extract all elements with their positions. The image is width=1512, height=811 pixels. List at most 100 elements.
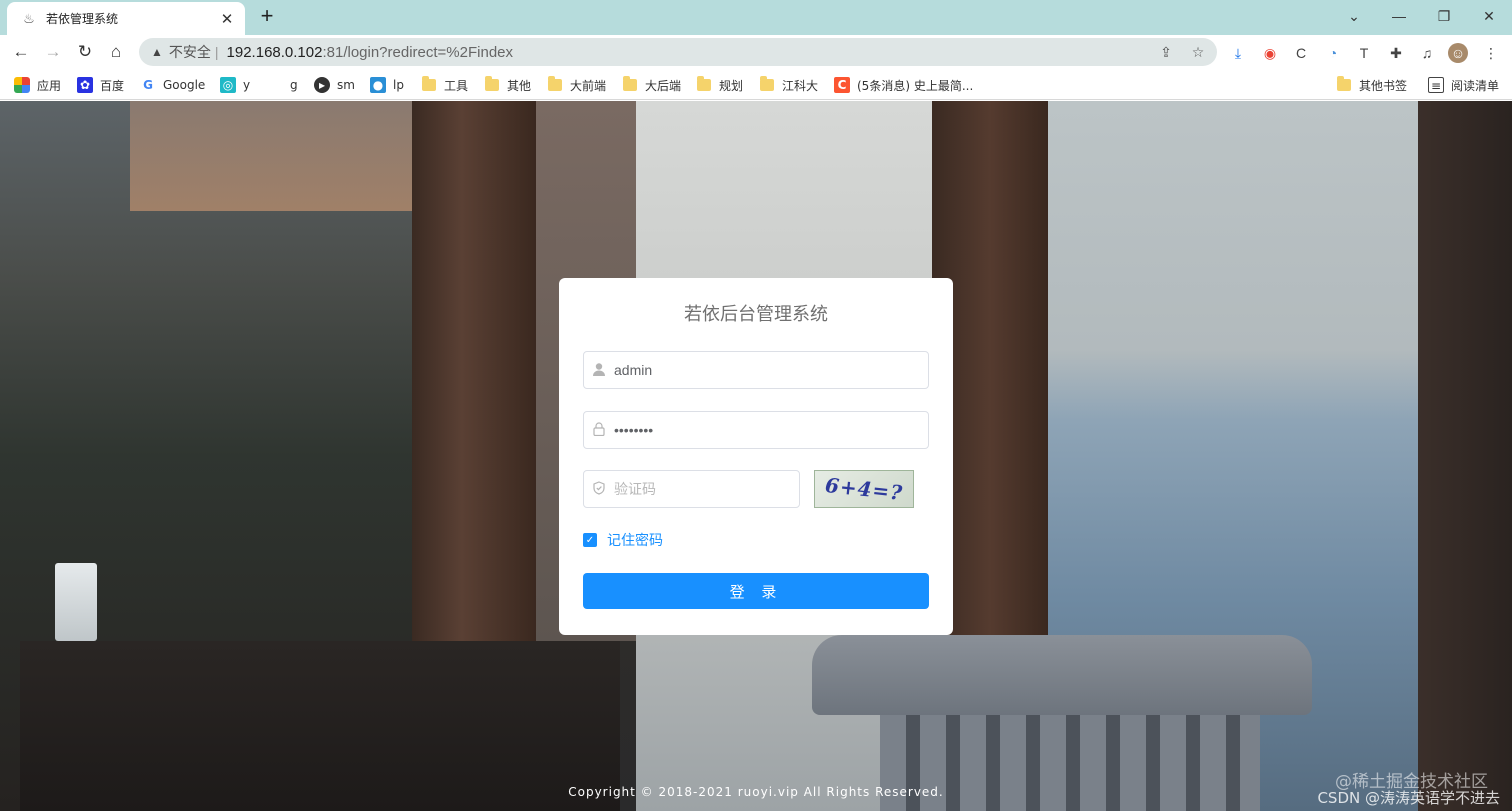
close-window-button[interactable]: ✕ xyxy=(1466,0,1512,32)
folder-icon xyxy=(548,76,562,91)
folder-icon xyxy=(1337,76,1351,91)
translate-extension-icon[interactable]: T xyxy=(1354,43,1374,63)
site-icon: ▸ xyxy=(314,77,330,93)
login-button[interactable]: 登 录 xyxy=(583,573,929,609)
bookmark-folder-plan[interactable]: 规划 xyxy=(697,74,743,96)
remember-label: 记住密码 xyxy=(607,533,663,549)
address-bar[interactable]: ▲ 不安全 | 192.168.0.102:81/login?redirect=… xyxy=(139,38,1217,66)
apps-grid-icon xyxy=(14,77,30,93)
bookmark-label: 其他 xyxy=(507,78,532,93)
back-button[interactable]: ← xyxy=(8,39,34,65)
bookmark-lp[interactable]: ● lp xyxy=(370,74,404,96)
share-icon[interactable]: ⇪ xyxy=(1157,43,1175,61)
bookmark-label: 大后端 xyxy=(645,78,682,93)
baidu-paw-icon: ✿ xyxy=(77,77,93,93)
folder-icon xyxy=(697,76,711,91)
bookmark-sm[interactable]: ▸ sm xyxy=(314,74,355,96)
bookmarks-bar: 应用 ✿ 百度 G Google ◎ y g ▸ sm ● lp 工具 其他 大前端 大后… xyxy=(0,69,1512,100)
bookmark-apps[interactable]: 应用 xyxy=(14,74,61,96)
password-field[interactable] xyxy=(583,411,929,449)
tab-search-chevron-down-icon[interactable]: ⌄ xyxy=(1331,0,1377,32)
folder-icon xyxy=(760,76,774,91)
login-page-background: 若依后台管理系统 6+4=? ✓ 记住密码 登 录 xyxy=(0,101,1512,811)
username-input[interactable] xyxy=(614,353,928,387)
csdn-c-icon: C xyxy=(834,77,850,93)
bookmark-label: 江科大 xyxy=(782,78,819,93)
reading-list[interactable]: ≡ 阅读清单 xyxy=(1428,74,1499,96)
other-bookmarks[interactable]: 其他书签 xyxy=(1337,74,1407,96)
bookmark-g[interactable]: g xyxy=(290,74,298,96)
bookmark-label: g xyxy=(290,78,298,92)
browser-toolbar: ← → ↻ ⌂ ▲ 不安全 | 192.168.0.102:81/login?r… xyxy=(0,35,1512,69)
other-bookmarks-label: 其他书签 xyxy=(1359,78,1408,93)
username-field[interactable] xyxy=(583,351,929,389)
background-right-frame xyxy=(1418,101,1512,811)
background-cup xyxy=(55,563,97,641)
shield-icon xyxy=(584,480,614,498)
background-sunset-sky xyxy=(130,101,420,211)
leaf-favicon-icon: ♨ xyxy=(23,10,35,26)
bookmark-label: y xyxy=(243,78,251,92)
bookmark-label: 规划 xyxy=(719,78,744,93)
folder-icon xyxy=(623,76,637,91)
bookmark-label: lp xyxy=(393,78,404,92)
watermark-csdn: CSDN @涛涛英语学不进去 xyxy=(1317,789,1500,807)
password-input[interactable] xyxy=(614,413,928,447)
bookmark-baidu[interactable]: ✿ 百度 xyxy=(77,74,124,96)
warning-triangle-icon[interactable]: ▲ xyxy=(151,45,163,59)
bookmark-google[interactable]: G Google xyxy=(140,74,205,96)
bookmark-folder-tools[interactable]: 工具 xyxy=(422,74,468,96)
folder-icon xyxy=(422,76,436,91)
media-control-icon[interactable]: ♫ xyxy=(1417,43,1437,63)
folder-icon xyxy=(485,76,499,91)
bookmark-folder-backend[interactable]: 大后端 xyxy=(623,74,681,96)
active-tab[interactable]: ♨ 若依管理系统 ✕ xyxy=(7,2,245,35)
tab-title: 若依管理系统 xyxy=(46,12,119,26)
bookmark-folder-frontend[interactable]: 大前端 xyxy=(548,74,606,96)
bookmark-label: 应用 xyxy=(37,78,62,93)
url-host: 192.168.0.102 xyxy=(226,43,323,61)
reading-list-icon: ≡ xyxy=(1428,77,1444,93)
code-extension-icon[interactable]: C xyxy=(1291,43,1311,63)
restore-button[interactable]: ❐ xyxy=(1421,0,1467,32)
minimize-button[interactable]: — xyxy=(1376,0,1422,32)
chrome-extension-icon[interactable]: ◉ xyxy=(1260,43,1280,63)
bookmark-label: Google xyxy=(163,78,206,92)
bookmark-label: 百度 xyxy=(100,78,125,93)
captcha-text: 6+4=? xyxy=(823,472,905,506)
profile-avatar[interactable]: ☺ xyxy=(1448,43,1468,63)
reload-button[interactable]: ↻ xyxy=(72,39,98,65)
reading-list-label: 阅读清单 xyxy=(1451,78,1500,93)
bookmark-star-icon[interactable]: ☆ xyxy=(1189,43,1207,61)
login-title: 若依后台管理系统 xyxy=(684,304,828,325)
remember-password[interactable]: ✓ 记住密码 xyxy=(583,530,663,550)
compass-extension-icon[interactable]: ◔ xyxy=(1323,43,1343,63)
bookmark-label: (5条消息) 史上最简... xyxy=(857,78,974,93)
captcha-field[interactable] xyxy=(583,470,800,508)
url-path: :81/login?redirect=%2Findex xyxy=(322,43,514,61)
puzzle-extensions-icon[interactable]: ✚ xyxy=(1386,43,1406,63)
bookmark-label: 工具 xyxy=(444,78,469,93)
bookmark-folder-jiangkeda[interactable]: 江科大 xyxy=(760,74,818,96)
site-icon: ◎ xyxy=(220,77,236,93)
more-menu-icon[interactable]: ⋮ xyxy=(1481,43,1501,63)
captcha-input[interactable] xyxy=(614,472,799,506)
captcha-image[interactable]: 6+4=? xyxy=(814,470,914,508)
home-button[interactable]: ⌂ xyxy=(103,39,129,65)
bookmark-csdn-article[interactable]: C (5条消息) 史上最简... xyxy=(834,74,973,96)
forward-button[interactable]: → xyxy=(40,39,66,65)
close-tab-icon[interactable]: ✕ xyxy=(219,10,235,28)
new-tab-button[interactable]: + xyxy=(255,4,279,28)
login-card: 若依后台管理系统 6+4=? ✓ 记住密码 登 录 xyxy=(559,278,953,635)
bookmark-y[interactable]: ◎ y xyxy=(220,74,250,96)
site-icon: ● xyxy=(370,77,386,93)
background-chair-back xyxy=(812,635,1312,715)
google-g-icon: G xyxy=(143,78,153,92)
insecure-label: 不安全 xyxy=(168,45,211,61)
tab-strip: ♨ 若依管理系统 ✕ + ⌄ — ❐ ✕ xyxy=(0,0,1512,35)
download-extension-icon[interactable]: ⤓ xyxy=(1228,43,1248,63)
bookmark-folder-other[interactable]: 其他 xyxy=(485,74,531,96)
bookmark-label: sm xyxy=(337,78,355,92)
lock-icon xyxy=(584,421,614,439)
remember-checkbox[interactable]: ✓ xyxy=(583,533,597,547)
